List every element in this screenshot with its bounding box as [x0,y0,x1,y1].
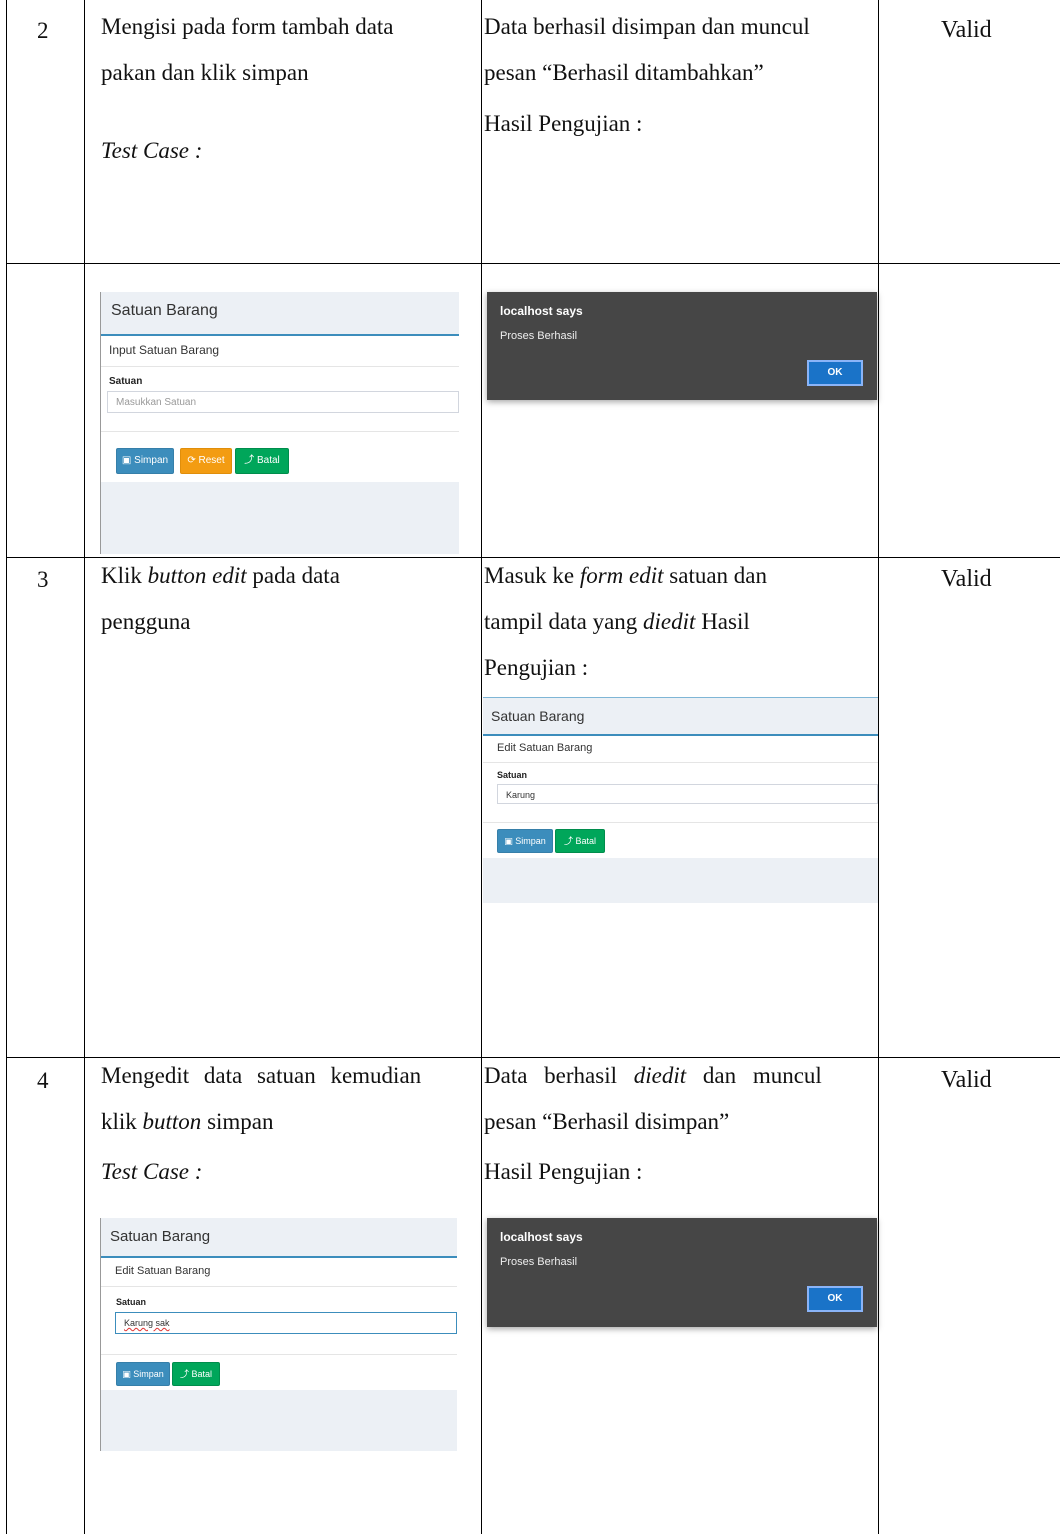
form-subtitle: Input Satuan Barang [109,343,220,357]
expected-text-line: Pengujian : [484,655,589,680]
form-header-title: Satuan Barang [110,1228,211,1245]
satuan-input-value: Karung sak [124,1318,170,1328]
row-separator-1 [6,263,1060,264]
save-button[interactable]: ▣ Simpan [116,448,174,474]
satuan-label: Satuan [109,376,143,387]
satuan-input[interactable]: Karung sak [115,1312,457,1334]
table-border-col2 [481,0,482,1534]
table-border-col3 [878,0,879,1534]
save-icon: ▣ [122,1369,134,1379]
form-header: Satuan Barang [101,292,459,336]
dialog-title: localhost says [500,1230,583,1244]
expected-text-line: Data berhasil disimpan dan muncul [484,14,810,39]
form-header-title: Satuan Barang [491,708,585,724]
screenshot-edit-form: Satuan Barang Edit Satuan Barang Satuan … [483,697,878,903]
reset-button[interactable]: ⟳ Reset [180,448,232,474]
save-button-label: Simpan [134,455,169,466]
expected-text-line: pesan “Berhasil disimpan” [484,1109,730,1134]
save-button[interactable]: ▣ Simpan [497,829,553,853]
table-border-col1 [84,0,85,1534]
satuan-label: Satuan [497,770,528,780]
satuan-label: Satuan [116,1297,147,1307]
expected-text-line: pesan “Berhasil ditambahkan” [484,60,764,85]
save-button[interactable]: ▣ Simpan [116,1362,170,1386]
test-case-label: Test Case : [101,1159,203,1184]
cancel-button[interactable]: ⤴ Batal [235,448,289,474]
divider [101,366,459,367]
expected-text-line: Data berhasil diedit dan muncul [484,1063,822,1088]
test-case-label: Test Case : [101,138,203,163]
dialog-title: localhost says [500,304,583,318]
share-icon: ⤴ [244,455,257,466]
cancel-button-label: Batal [191,1369,213,1379]
expected-text-line: Hasil Pengujian : [484,111,643,136]
expected-text-line: tampil data yang diedit Hasil [484,609,750,634]
form-subtitle: Edit Satuan Barang [497,742,593,754]
row-number: 3 [37,567,49,592]
save-icon: ▣ [504,836,516,846]
alert-dialog: localhost says Proses Berhasil OK [487,292,877,400]
row-number: 2 [37,18,49,43]
cancel-button[interactable]: ⤴ Batal [172,1362,220,1386]
share-icon: ⤴ [179,1369,192,1379]
alert-dialog: localhost says Proses Berhasil OK [487,1218,877,1327]
step-text-line: Klik button edit pada data [101,563,340,588]
form-body: Input Satuan Barang Satuan Masukkan Satu… [101,336,459,482]
table-border-left [6,0,7,1534]
row-number: 4 [37,1068,49,1093]
screenshot-edit-form-2: Satuan Barang Edit Satuan Barang Satuan … [100,1218,457,1451]
satuan-input[interactable]: Karung [497,784,878,804]
divider [101,431,459,432]
refresh-icon: ⟳ [187,455,199,466]
result-valid: Valid [941,1067,992,1093]
ok-button[interactable]: OK [807,360,863,386]
form-header: Satuan Barang [483,698,878,736]
dialog-message: Proses Berhasil [500,330,578,342]
form-header-title: Satuan Barang [111,302,218,319]
step-text-line: klik button simpan [101,1109,274,1134]
cancel-button-label: Batal [575,836,597,846]
divider [101,1286,457,1287]
step-text-line: pengguna [101,609,191,634]
satuan-input[interactable]: Masukkan Satuan [107,391,459,413]
step-text-line: Mengedit data satuan kemudian [101,1063,422,1088]
expected-text-line: Masuk ke form edit satuan dan [484,563,767,588]
form-header: Satuan Barang [101,1218,457,1258]
result-valid: Valid [941,566,992,592]
save-button-label: Simpan [133,1369,164,1379]
step-text-line: pakan dan klik simpan [101,60,309,85]
save-icon: ▣ [121,455,135,466]
form-body: Edit Satuan Barang Satuan Karung sak ▣ S… [101,1258,457,1390]
save-button-label: Simpan [515,836,546,846]
screenshot-input-form: Satuan Barang Input Satuan Barang Satuan… [100,292,459,554]
form-subtitle: Edit Satuan Barang [115,1265,211,1277]
step-text-line: Mengisi pada form tambah data [101,14,394,39]
reset-button-label: Reset [198,455,225,466]
share-icon: ⤴ [563,836,576,846]
divider [483,822,878,823]
divider [483,762,878,763]
cancel-button[interactable]: ⤴ Batal [555,829,605,853]
dialog-message: Proses Berhasil [500,1256,578,1268]
form-body: Edit Satuan Barang Satuan Karung ▣ Simpa… [483,736,878,858]
ok-button[interactable]: OK [807,1286,863,1312]
cancel-button-label: Batal [256,455,280,466]
result-valid: Valid [941,17,992,43]
divider [101,1354,457,1355]
expected-text-line: Hasil Pengujian : [484,1159,643,1184]
